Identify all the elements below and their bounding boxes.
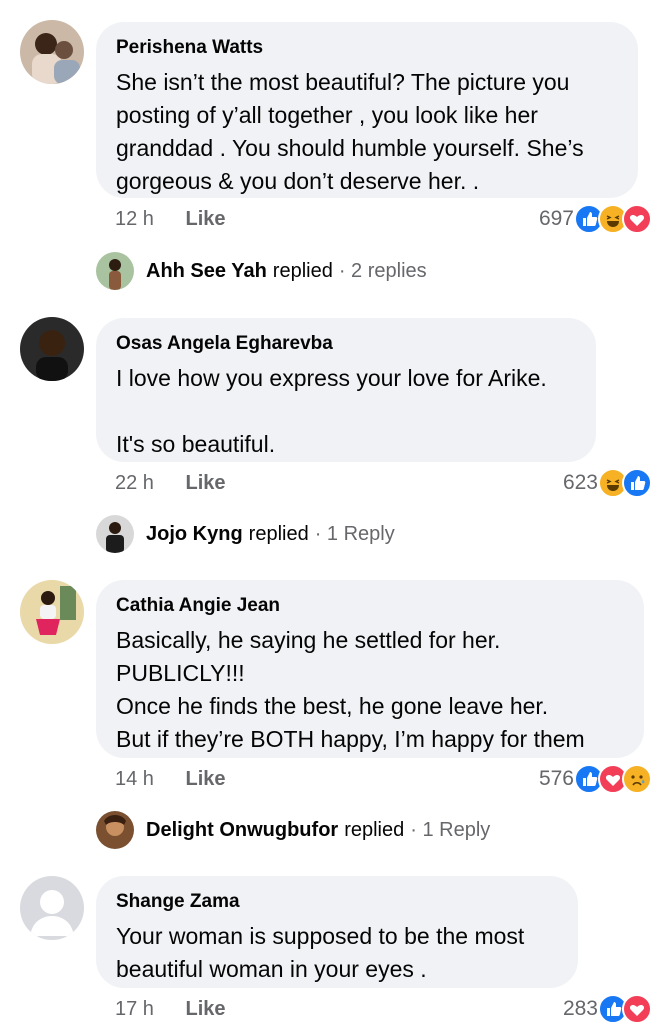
comment-time[interactable]: 12 h [115,208,154,231]
like-button[interactable]: Like [186,768,226,791]
reply-author[interactable]: Ahh See Yah [146,260,267,283]
comment-author[interactable]: Cathia Angie Jean [116,594,624,618]
avatar [96,515,134,553]
comment-time[interactable]: 14 h [115,768,154,791]
avatar [96,252,134,290]
comment-text: Basically, he saying he settled for her.… [116,627,585,752]
avatar[interactable] [20,317,84,381]
reaction-summary[interactable]: 283 [563,994,652,1024]
comment-meta: 14 h Like [115,768,226,791]
comment-text: Your woman is supposed to be the most be… [116,923,525,982]
reply-author[interactable]: Delight Onwugbufor [146,819,338,842]
reaction-summary[interactable]: 697 [539,204,652,234]
reply-verb: replied [248,522,309,545]
reply-count[interactable]: · 2 replies [339,260,427,283]
comment-text: I love how you express your love for Ari… [116,365,547,457]
reply-summary[interactable]: Delight Onwugbufor replied · 1 Reply [96,811,490,849]
avatar[interactable] [20,580,84,644]
reply-count[interactable]: · 1 Reply [410,819,490,842]
reply-summary[interactable]: Jojo Kyng replied · 1 Reply [96,515,395,553]
love-icon [622,204,652,234]
comment-text: She isn’t the most beautiful? The pictur… [116,69,584,194]
like-icon [622,468,652,498]
comment-author[interactable]: Perishena Watts [116,36,618,60]
avatar[interactable] [20,20,84,84]
comment-author[interactable]: Osas Angela Egharevba [116,332,576,356]
reply-count[interactable]: · 1 Reply [315,523,395,546]
sad-icon [622,764,652,794]
comment-bubble: Cathia Angie Jean Basically, he saying h… [96,580,644,758]
reply-summary[interactable]: Ahh See Yah replied · 2 replies [96,252,427,290]
comment-bubble: Osas Angela Egharevba I love how you exp… [96,318,596,462]
comment-bubble: Perishena Watts She isn’t the most beaut… [96,22,638,198]
like-button[interactable]: Like [186,208,226,231]
reply-verb: replied [272,259,333,282]
comment-time[interactable]: 22 h [115,472,154,495]
reaction-count: 576 [538,767,574,790]
reply-verb: replied [344,818,405,841]
reaction-summary[interactable]: 576 [539,764,652,794]
comment-time[interactable]: 17 h [115,998,154,1021]
reaction-count: 283 [562,997,598,1020]
comment-meta: 17 h Like [115,998,226,1021]
like-button[interactable]: Like [186,472,226,495]
avatar[interactable] [20,876,84,940]
comment-meta: 22 h Like [115,472,226,495]
reaction-count: 623 [562,471,598,494]
reaction-count: 697 [538,207,574,230]
comment-meta: 12 h Like [115,208,226,231]
like-button[interactable]: Like [186,998,226,1021]
reaction-summary[interactable]: 623 [563,468,652,498]
reply-author[interactable]: Jojo Kyng [146,523,243,546]
comment-author[interactable]: Shange Zama [116,890,558,914]
avatar [96,811,134,849]
love-icon [622,994,652,1024]
comment-bubble: Shange Zama Your woman is supposed to be… [96,876,578,988]
